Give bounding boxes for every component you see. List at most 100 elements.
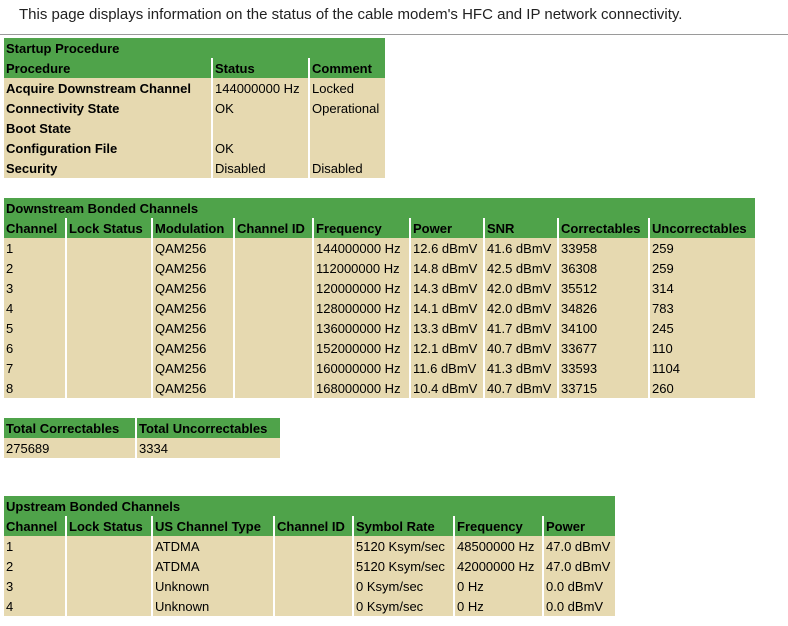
channel-cell: 3 xyxy=(4,278,65,298)
column-header: Total Uncorrectables xyxy=(135,418,280,438)
startup-procedure-table: Startup Procedure Procedure Status Comme… xyxy=(4,38,385,178)
channel-cell: 3 xyxy=(4,576,65,596)
table-row: 3 QAM256 120000000 Hz 14.3 dBmV 42.0 dBm… xyxy=(4,278,755,298)
frequency-cell: 160000000 Hz xyxy=(312,358,409,378)
frequency-cell: 128000000 Hz xyxy=(312,298,409,318)
channel-id-cell xyxy=(273,556,352,576)
power-cell: 0.0 dBmV xyxy=(542,596,615,616)
correctables-cell: 33677 xyxy=(557,338,648,358)
channel-id-cell xyxy=(233,318,312,338)
power-cell: 10.4 dBmV xyxy=(409,378,483,398)
frequency-cell: 152000000 Hz xyxy=(312,338,409,358)
power-cell: 13.3 dBmV xyxy=(409,318,483,338)
channel-cell: 1 xyxy=(4,238,65,258)
snr-cell: 41.6 dBmV xyxy=(483,238,557,258)
modulation-cell: QAM256 xyxy=(151,258,233,278)
column-header: Power xyxy=(409,218,483,238)
procedure-name: Boot State xyxy=(4,118,211,138)
procedure-comment: Operational xyxy=(308,98,385,118)
power-cell: 12.6 dBmV xyxy=(409,238,483,258)
channel-id-cell xyxy=(233,258,312,278)
procedure-comment: Locked xyxy=(308,78,385,98)
snr-cell: 41.7 dBmV xyxy=(483,318,557,338)
snr-cell: 40.7 dBmV xyxy=(483,338,557,358)
correctables-cell: 34100 xyxy=(557,318,648,338)
table-title: Upstream Bonded Channels xyxy=(4,496,615,516)
correctables-cell: 33715 xyxy=(557,378,648,398)
frequency-cell: 120000000 Hz xyxy=(312,278,409,298)
frequency-cell: 112000000 Hz xyxy=(312,258,409,278)
downstream-channels-table: Downstream Bonded Channels Channel Lock … xyxy=(4,198,755,398)
table-row: 4 QAM256 128000000 Hz 14.1 dBmV 42.0 dBm… xyxy=(4,298,755,318)
uncorrectables-cell: 783 xyxy=(648,298,755,318)
lock-status-cell xyxy=(65,338,151,358)
channel-id-cell xyxy=(233,278,312,298)
channel-cell: 2 xyxy=(4,556,65,576)
column-header: SNR xyxy=(483,218,557,238)
power-cell: 11.6 dBmV xyxy=(409,358,483,378)
channel-id-cell xyxy=(233,358,312,378)
procedure-comment: Disabled xyxy=(308,158,385,178)
column-header: Uncorrectables xyxy=(648,218,755,238)
channel-cell: 1 xyxy=(4,536,65,556)
correctables-cell: 33593 xyxy=(557,358,648,378)
frequency-cell: 136000000 Hz xyxy=(312,318,409,338)
power-cell: 47.0 dBmV xyxy=(542,556,615,576)
snr-cell: 40.7 dBmV xyxy=(483,378,557,398)
column-header: Procedure xyxy=(4,58,211,78)
symbol-rate-cell: 0 Ksym/sec xyxy=(352,596,453,616)
page-description: This page displays information on the st… xyxy=(19,6,683,23)
channel-cell: 6 xyxy=(4,338,65,358)
table-row: 2 QAM256 112000000 Hz 14.8 dBmV 42.5 dBm… xyxy=(4,258,755,278)
table-row: 3 Unknown 0 Ksym/sec 0 Hz 0.0 dBmV xyxy=(4,576,615,596)
channel-cell: 5 xyxy=(4,318,65,338)
us-channel-type-cell: ATDMA xyxy=(151,556,273,576)
power-cell: 12.1 dBmV xyxy=(409,338,483,358)
snr-cell: 42.0 dBmV xyxy=(483,278,557,298)
procedure-status: OK xyxy=(211,98,308,118)
divider xyxy=(0,34,788,35)
table-row: Connectivity State OK Operational xyxy=(4,98,385,118)
power-cell: 14.8 dBmV xyxy=(409,258,483,278)
upstream-channels-table: Upstream Bonded Channels Channel Lock St… xyxy=(4,496,615,616)
uncorrectables-cell: 110 xyxy=(648,338,755,358)
column-header: Lock Status xyxy=(65,218,151,238)
modulation-cell: QAM256 xyxy=(151,238,233,258)
column-header: Channel ID xyxy=(273,516,352,536)
table-title: Downstream Bonded Channels xyxy=(4,198,755,218)
us-channel-type-cell: Unknown xyxy=(151,596,273,616)
correctables-cell: 35512 xyxy=(557,278,648,298)
power-cell: 14.3 dBmV xyxy=(409,278,483,298)
correctables-cell: 36308 xyxy=(557,258,648,278)
channel-id-cell xyxy=(273,596,352,616)
table-row: 1 ATDMA 5120 Ksym/sec 48500000 Hz 47.0 d… xyxy=(4,536,615,556)
frequency-cell: 0 Hz xyxy=(453,576,542,596)
column-header: Channel ID xyxy=(233,218,312,238)
table-row: 2 ATDMA 5120 Ksym/sec 42000000 Hz 47.0 d… xyxy=(4,556,615,576)
table-row: Configuration File OK xyxy=(4,138,385,158)
us-channel-type-cell: ATDMA xyxy=(151,536,273,556)
power-cell: 0.0 dBmV xyxy=(542,576,615,596)
uncorrectables-cell: 259 xyxy=(648,258,755,278)
procedure-name: Connectivity State xyxy=(4,98,211,118)
power-cell: 14.1 dBmV xyxy=(409,298,483,318)
column-header: Frequency xyxy=(312,218,409,238)
column-header: Correctables xyxy=(557,218,648,238)
lock-status-cell xyxy=(65,298,151,318)
lock-status-cell xyxy=(65,258,151,278)
uncorrectables-cell: 260 xyxy=(648,378,755,398)
lock-status-cell xyxy=(65,596,151,616)
power-cell: 47.0 dBmV xyxy=(542,536,615,556)
symbol-rate-cell: 5120 Ksym/sec xyxy=(352,556,453,576)
symbol-rate-cell: 0 Ksym/sec xyxy=(352,576,453,596)
column-header: Lock Status xyxy=(65,516,151,536)
lock-status-cell xyxy=(65,278,151,298)
channel-cell: 7 xyxy=(4,358,65,378)
lock-status-cell xyxy=(65,536,151,556)
table-row: 275689 3334 xyxy=(4,438,280,458)
procedure-comment xyxy=(308,138,385,158)
channel-id-cell xyxy=(233,238,312,258)
snr-cell: 42.0 dBmV xyxy=(483,298,557,318)
modulation-cell: QAM256 xyxy=(151,298,233,318)
correctables-cell: 34826 xyxy=(557,298,648,318)
